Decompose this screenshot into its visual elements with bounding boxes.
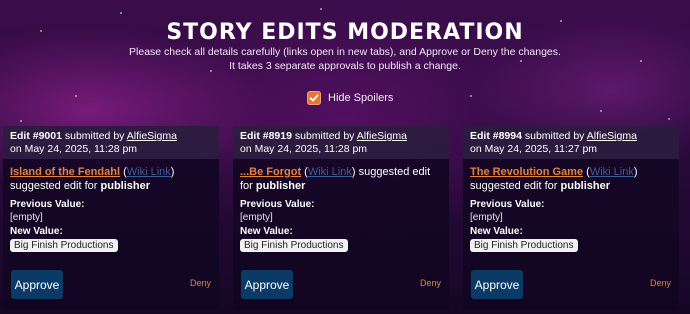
submitted-by-text: submitted by (64, 130, 125, 142)
page-instructions: Please check all details carefully (link… (0, 45, 690, 73)
story-link[interactable]: ...Be Forgot (240, 166, 301, 178)
edit-date: on May 24, 2025, 11:28 pm (240, 142, 368, 155)
new-value-label: New Value: (240, 226, 293, 237)
edit-card-header: Edit #8919 submitted by AlfieSigma on Ma… (233, 126, 449, 159)
new-value-label: New Value: (470, 226, 523, 237)
previous-value: [empty] (240, 212, 273, 223)
submitter-link[interactable]: AlfieSigma (127, 130, 177, 142)
new-value-badge: Big Finish Productions (10, 239, 118, 252)
hide-spoilers-checkbox[interactable] (307, 91, 321, 105)
story-link[interactable]: The Revolution Game (470, 166, 583, 178)
edit-date: on May 24, 2025, 11:27 pm (470, 142, 598, 155)
submitter-link[interactable]: AlfieSigma (357, 130, 407, 142)
checkmark-icon (309, 94, 319, 102)
previous-value: [empty] (10, 212, 43, 223)
previous-value-label: Previous Value: (240, 199, 315, 210)
edit-card-body: ...Be Forgot (Wiki Link) suggested edit … (233, 159, 449, 252)
deny-button[interactable]: Deny (420, 278, 441, 288)
edited-field: publisher (100, 180, 151, 192)
edit-summary: ...Be Forgot (Wiki Link) suggested edit … (240, 166, 431, 192)
edit-id: Edit #9001 (10, 130, 62, 142)
wiki-link[interactable]: Wiki Link (127, 166, 171, 178)
submitter-link[interactable]: AlfieSigma (587, 130, 637, 142)
approve-button[interactable]: Approve (11, 270, 63, 299)
previous-value: [empty] (470, 212, 503, 223)
edit-summary: Island of the Fendahl (Wiki Link) sugges… (10, 166, 175, 192)
instructions-line-1: Please check all details carefully (link… (129, 46, 561, 58)
edited-field: publisher (560, 180, 611, 192)
edit-card: Edit #9001 submitted by AlfieSigma on Ma… (3, 126, 219, 310)
edited-field: publisher (255, 180, 306, 192)
previous-value-label: Previous Value: (470, 199, 545, 210)
edit-date: on May 24, 2025, 11:28 pm (10, 142, 138, 155)
edit-card: Edit #8994 submitted by AlfieSigma on Ma… (463, 126, 679, 310)
edit-id: Edit #8919 (240, 130, 292, 142)
edit-id: Edit #8994 (470, 130, 522, 142)
hide-spoilers-toggle[interactable]: Hide Spoilers (307, 90, 393, 106)
suggested-text: suggested edit for (10, 180, 98, 192)
edit-summary: The Revolution Game (Wiki Link) suggeste… (470, 166, 638, 192)
edit-card: Edit #8919 submitted by AlfieSigma on Ma… (233, 126, 449, 310)
deny-button[interactable]: Deny (650, 278, 671, 288)
approve-button[interactable]: Approve (471, 270, 523, 299)
edit-card-body: The Revolution Game (Wiki Link) suggeste… (463, 159, 679, 252)
new-value-badge: Big Finish Productions (240, 239, 348, 252)
previous-value-label: Previous Value: (10, 199, 85, 210)
suggested-text: suggested edit for (470, 180, 558, 192)
new-value-badge: Big Finish Productions (470, 239, 578, 252)
wiki-link[interactable]: Wiki Link (308, 166, 352, 178)
deny-button[interactable]: Deny (190, 278, 211, 288)
page-title: STORY EDITS MODERATION (166, 20, 524, 45)
approve-button[interactable]: Approve (241, 270, 293, 299)
new-value-label: New Value: (10, 226, 63, 237)
hide-spoilers-label: Hide Spoilers (328, 92, 394, 104)
submitted-by-text: submitted by (524, 130, 585, 142)
edit-card-header: Edit #8994 submitted by AlfieSigma on Ma… (463, 126, 679, 159)
submitted-by-text: submitted by (294, 130, 355, 142)
edit-card-body: Island of the Fendahl (Wiki Link) sugges… (3, 159, 219, 252)
wiki-link[interactable]: Wiki Link (590, 166, 634, 178)
instructions-line-2: It takes 3 separate approvals to publish… (229, 60, 461, 72)
story-link[interactable]: Island of the Fendahl (10, 166, 120, 178)
edit-card-header: Edit #9001 submitted by AlfieSigma on Ma… (3, 126, 219, 159)
